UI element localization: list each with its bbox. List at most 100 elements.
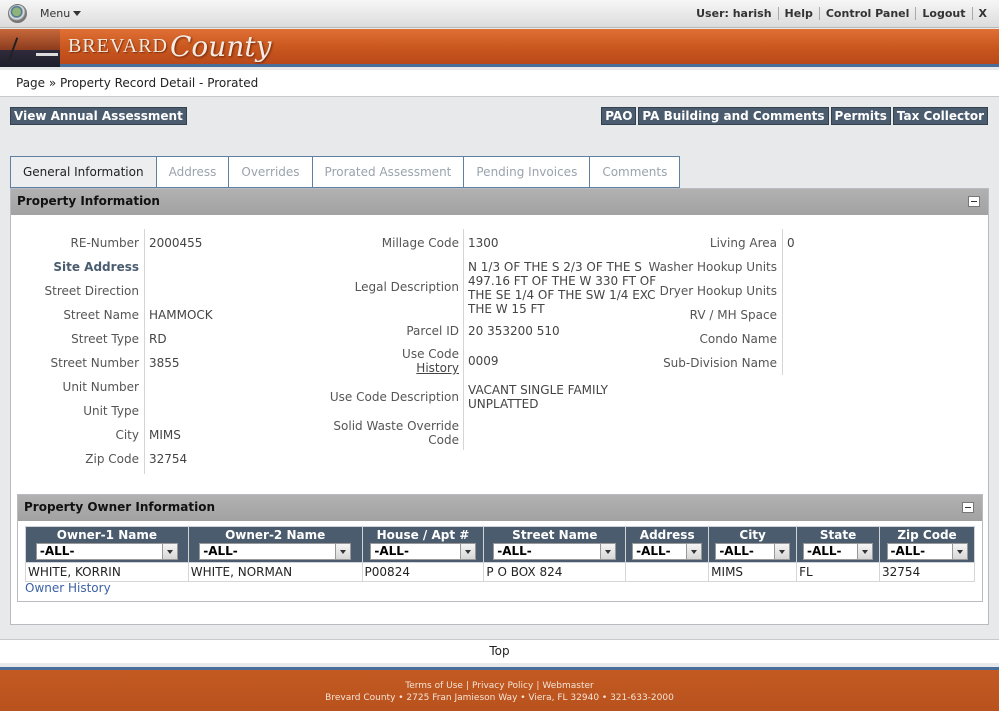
close-link[interactable]: X: [971, 7, 993, 20]
tab-overrides[interactable]: Overrides: [229, 156, 313, 188]
table-cell: WHITE, NORMAN: [187, 562, 363, 582]
chevron-down-icon: [335, 544, 351, 559]
parcel-id-value: 20 353200 510: [468, 324, 560, 338]
col-house-apt: House / Apt # -ALL-: [361, 526, 485, 563]
use-code-label: Use Code: [402, 347, 459, 361]
pa-building-button[interactable]: PA Building and Comments: [638, 107, 829, 125]
external-links: PAO PA Building and Comments Permits Tax…: [601, 107, 988, 125]
tab-pending-invoices[interactable]: Pending Invoices: [464, 156, 591, 188]
control-panel-link[interactable]: Control Panel: [818, 7, 916, 20]
table-cell: MIMS: [708, 562, 798, 582]
logout-link[interactable]: Logout: [915, 7, 971, 20]
street-direction-label: Street Direction: [44, 284, 140, 298]
chevron-down-icon: [857, 544, 873, 559]
col-owner-2: Owner-2 Name -ALL-: [187, 526, 363, 563]
parcel-id-label: Parcel ID: [406, 324, 459, 338]
site-banner: BREVARD County: [0, 29, 999, 67]
living-area-value: 0: [787, 236, 795, 250]
owner-panel-title: Property Owner Information: [24, 500, 216, 514]
footer-links: Terms of Use | Privacy Policy | Webmaster: [405, 681, 594, 691]
chevron-down-icon: [951, 544, 967, 559]
tab-general-information[interactable]: General Information: [10, 156, 157, 188]
chevron-down-icon: [773, 544, 789, 559]
filter-select[interactable]: -ALL-: [802, 543, 874, 560]
unit-type-label: Unit Type: [83, 404, 139, 418]
use-code-history-link[interactable]: History: [291, 361, 459, 375]
menu-button[interactable]: Menu: [40, 7, 70, 20]
column-divider: [782, 229, 783, 375]
col-owner-1: Owner-1 Name -ALL-: [25, 526, 189, 563]
terms-link[interactable]: Terms of Use: [405, 681, 463, 691]
tab-comments[interactable]: Comments: [590, 156, 681, 188]
table-cell: P O BOX 824: [483, 562, 627, 582]
rv-mh-space-label: RV / MH Space: [689, 308, 777, 322]
street-name-label: Street Name: [63, 308, 139, 322]
chevron-down-icon: [161, 544, 177, 559]
top-links: User: harish Help Control Panel Logout X: [690, 7, 993, 20]
view-annual-assessment-button[interactable]: View Annual Assessment: [10, 107, 187, 125]
legal-description-label: Legal Description: [354, 280, 459, 294]
tax-collector-button[interactable]: Tax Collector: [892, 107, 988, 125]
owner-table: Owner-1 Name -ALL- Owner-2 Name -ALL- Hous…: [25, 526, 975, 582]
zip-code-value: 32754: [149, 452, 188, 466]
chevron-down-icon[interactable]: [73, 11, 81, 16]
table-cell: P00824: [361, 562, 485, 582]
filter-select[interactable]: -ALL-: [199, 543, 352, 560]
condo-name-label: Condo Name: [699, 332, 777, 346]
table-cell: 32754: [879, 562, 975, 582]
back-to-top-bar: Top: [0, 639, 999, 663]
collapse-icon[interactable]: [962, 502, 974, 513]
tab-bar: General Information Address Overrides Pr…: [10, 156, 681, 188]
permits-button[interactable]: Permits: [830, 107, 891, 125]
col-street-name: Street Name -ALL-: [483, 526, 627, 563]
washer-hookup-label: Washer Hookup Units: [648, 260, 777, 274]
collapse-icon[interactable]: [968, 196, 980, 207]
owner-history-link[interactable]: Owner History: [25, 581, 111, 595]
dryer-hookup-label: Dryer Hookup Units: [659, 284, 777, 298]
unit-number-label: Unit Number: [62, 380, 139, 394]
table-cell: FL: [796, 562, 881, 582]
chevron-down-icon: [459, 544, 475, 559]
re-number-value: 2000455: [149, 236, 203, 250]
millage-code-label: Millage Code: [381, 236, 459, 250]
filter-select[interactable]: -ALL-: [370, 543, 476, 560]
webmaster-link[interactable]: Webmaster: [542, 681, 593, 691]
table-row[interactable]: WHITE, KORRIN WHITE, NORMAN P00824 P O B…: [25, 562, 975, 582]
pao-button[interactable]: PAO: [601, 107, 637, 125]
owner-panel: Property Owner Information Owner-1 Name -…: [17, 494, 983, 602]
street-type-value: RD: [149, 332, 167, 346]
banner-title: BREVARD: [68, 35, 168, 57]
owner-panel-header: Property Owner Information: [18, 495, 982, 521]
county-seal-icon[interactable]: [8, 4, 27, 23]
filter-select[interactable]: -ALL-: [715, 543, 790, 560]
street-type-label: Street Type: [71, 332, 139, 346]
col-address: Address -ALL-: [625, 526, 710, 563]
privacy-link[interactable]: Privacy Policy: [472, 681, 533, 691]
site-address-label: Site Address: [53, 260, 139, 274]
legal-description-value: N 1/3 OF THE S 2/3 OF THE S 497.16 FT OF…: [468, 260, 657, 316]
help-link[interactable]: Help: [777, 7, 819, 20]
living-area-label: Living Area: [709, 236, 777, 250]
banner-photo: [0, 29, 60, 67]
filter-select[interactable]: -ALL-: [632, 543, 703, 560]
table-cell: WHITE, KORRIN: [25, 562, 189, 582]
filter-select[interactable]: -ALL-: [35, 543, 178, 560]
column-divider: [463, 229, 464, 450]
chevron-down-icon: [600, 544, 616, 559]
tab-prorated-assessment[interactable]: Prorated Assessment: [312, 156, 465, 188]
top-link[interactable]: Top: [489, 644, 509, 658]
sub-division-label: Sub-Division Name: [663, 356, 777, 370]
user-label: User: harish: [696, 7, 772, 20]
city-value: MIMS: [149, 428, 181, 442]
street-name-value: HAMMOCK: [149, 308, 213, 322]
tab-address[interactable]: Address: [156, 156, 230, 188]
top-bar: Menu User: harish Help Control Panel Log…: [0, 0, 999, 28]
filter-select[interactable]: -ALL-: [493, 543, 617, 560]
col-zip: Zip Code -ALL-: [879, 526, 975, 563]
col-state: State -ALL-: [796, 526, 881, 563]
street-number-label: Street Number: [50, 356, 139, 370]
property-panel: Property Information RE-Number 2000455 S…: [10, 188, 989, 625]
use-code-description-value: VACANT SINGLE FAMILY UNPLATTED: [468, 383, 608, 411]
filter-select[interactable]: -ALL-: [886, 543, 968, 560]
column-divider: [144, 229, 145, 474]
